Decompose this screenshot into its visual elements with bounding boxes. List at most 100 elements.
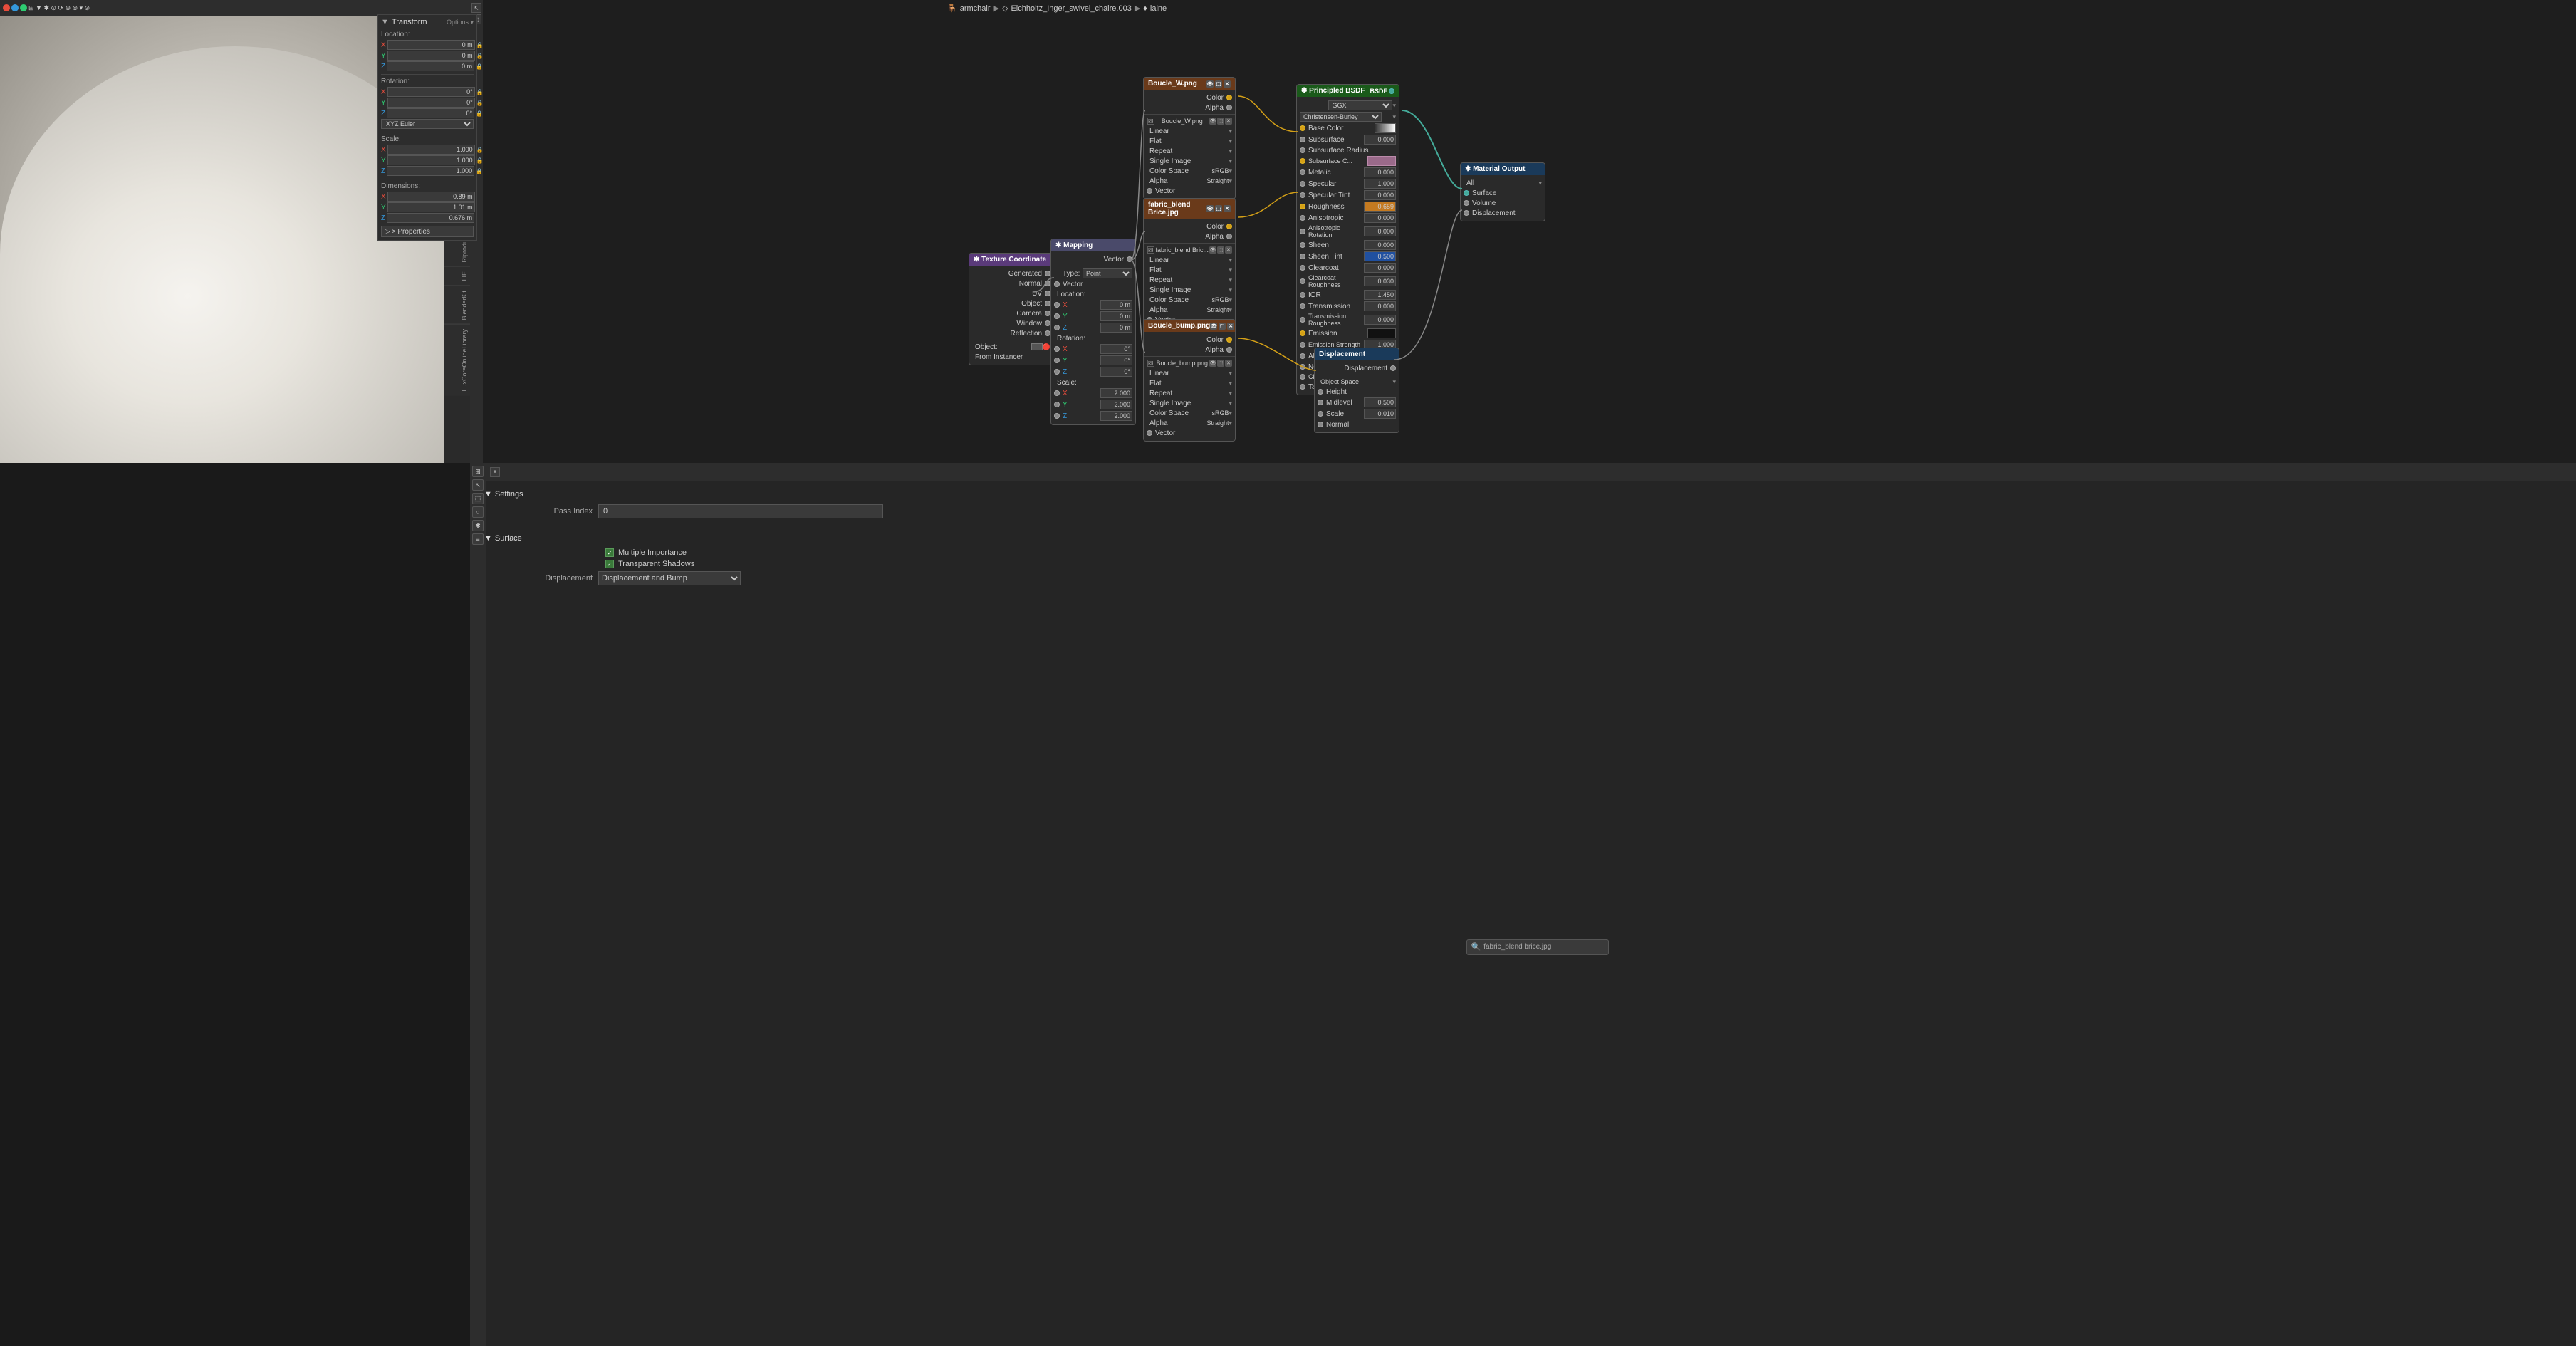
- bump-colorspace-val[interactable]: sRGB: [1211, 409, 1229, 417]
- mat-surface-sock[interactable]: [1464, 190, 1469, 196]
- boucle-w-node[interactable]: Boucle_W.png 👁 ⬚ ✕ Color Alpha 🖼 Boucle_…: [1143, 77, 1236, 199]
- tc-reflection-socket[interactable]: [1045, 330, 1050, 336]
- boucle-bump-btn2[interactable]: ⬚: [1219, 323, 1226, 330]
- scale-y-lock[interactable]: 🔒: [476, 157, 484, 164]
- boucle-w-img-btn1[interactable]: 👁: [1209, 118, 1216, 125]
- vtab-lie[interactable]: LIE: [444, 266, 470, 286]
- bump-color-socket[interactable]: [1226, 337, 1232, 343]
- bump-alpha-socket[interactable]: [1226, 347, 1232, 353]
- vtab-luxcore[interactable]: LuxCoreOnlineLibrary: [444, 324, 470, 396]
- dim-x-input[interactable]: [387, 192, 475, 202]
- mapping-scale-x-input[interactable]: [1100, 388, 1132, 398]
- mapping-vector-out-socket[interactable]: [1127, 256, 1132, 262]
- location-y-input[interactable]: [387, 51, 475, 61]
- principled-subsurface-input[interactable]: [1364, 135, 1396, 145]
- boucle-w-img-btn2[interactable]: ⬚: [1217, 118, 1224, 125]
- properties-button[interactable]: ▷ > Properties: [381, 226, 474, 237]
- search-bar[interactable]: 🔍 fabric_blend brice.jpg: [1466, 939, 1609, 955]
- texture-coordinate-node[interactable]: ✱ Texture Coordinate Generated Normal UV…: [969, 253, 1054, 365]
- bottom-menu-icon[interactable]: ≡: [490, 467, 500, 477]
- principled-subrad-sock[interactable]: [1300, 147, 1305, 153]
- boucle-w-source-arrow[interactable]: ▾: [1229, 157, 1232, 165]
- principled-clearcoat-input[interactable]: [1364, 263, 1396, 273]
- location-x-input[interactable]: [387, 40, 475, 50]
- pass-index-input[interactable]: [598, 504, 883, 518]
- boucle-w-img-btn3[interactable]: ✕: [1225, 118, 1232, 125]
- principled-subcolor-sock[interactable]: [1300, 158, 1305, 164]
- mapping-loc-y-input[interactable]: [1100, 311, 1132, 321]
- location-z-input[interactable]: [387, 61, 474, 71]
- principled-base-color-sock[interactable]: [1300, 125, 1305, 131]
- boucle-w-alpha-arrow[interactable]: ▾: [1229, 177, 1232, 185]
- disp-out-socket[interactable]: [1390, 365, 1396, 371]
- mapping-loc-x-sock[interactable]: [1054, 302, 1060, 308]
- principled-method-select[interactable]: Christensen-Burley: [1300, 112, 1382, 122]
- principled-subcolor-swatch[interactable]: [1367, 156, 1396, 166]
- fabric-img-btn3[interactable]: ✕: [1225, 246, 1232, 254]
- mat-volume-sock[interactable]: [1464, 200, 1469, 206]
- mapping-rot-z-sock[interactable]: [1054, 369, 1060, 375]
- breadcrumb-mesh[interactable]: Eichholtz_Inger_swivel_chaire.003: [1011, 4, 1131, 13]
- principled-dist-select[interactable]: GGX: [1328, 100, 1392, 110]
- boucle-bump-btn3[interactable]: ✕: [1227, 323, 1234, 330]
- breadcrumb-armchair[interactable]: armchair: [960, 4, 991, 13]
- boucle-w-btn3[interactable]: ✕: [1224, 80, 1231, 88]
- mapping-scale-y-input[interactable]: [1100, 400, 1132, 409]
- rotation-mode-select[interactable]: XYZ Euler: [381, 119, 474, 129]
- fabric-blend-btn2[interactable]: ⬚: [1215, 205, 1222, 212]
- principled-metalic-input[interactable]: [1364, 167, 1396, 177]
- rotation-x-input[interactable]: [387, 87, 475, 97]
- rotation-y-input[interactable]: [387, 98, 475, 108]
- boucle-bump-node[interactable]: Boucle_bump.png 👁 ⬚ ✕ Color Alpha 🖼 Bouc…: [1143, 319, 1236, 442]
- principled-subsurface-sock[interactable]: [1300, 137, 1305, 142]
- bl-icon-4[interactable]: ○: [472, 506, 484, 518]
- tc-normal-socket[interactable]: [1045, 281, 1050, 286]
- boucle-w-alpha-socket[interactable]: [1226, 105, 1232, 110]
- boucle-w-filename[interactable]: Boucle_W.png: [1162, 118, 1203, 125]
- principled-anisorot-input[interactable]: [1364, 226, 1396, 236]
- mapping-scale-z-sock[interactable]: [1054, 413, 1060, 419]
- mapping-rot-y-sock[interactable]: [1054, 358, 1060, 363]
- principled-emission-sock[interactable]: [1300, 330, 1305, 336]
- vtab-blenderkit[interactable]: BlenderKit: [444, 286, 470, 325]
- mapping-loc-x-input[interactable]: [1100, 300, 1132, 310]
- principled-normal-sock[interactable]: [1300, 364, 1305, 370]
- location-z-lock[interactable]: 🔒: [476, 63, 483, 70]
- bl-icon-1[interactable]: ⊞: [472, 466, 484, 477]
- mapping-loc-z-input[interactable]: [1100, 323, 1132, 333]
- boucle-bump-btn1[interactable]: 👁: [1210, 323, 1217, 330]
- principled-transrough-input[interactable]: [1364, 315, 1396, 325]
- displacement-node[interactable]: Displacement Displacement Object Space ▾…: [1314, 348, 1399, 433]
- principled-specular-sock[interactable]: [1300, 181, 1305, 187]
- rotation-z-lock[interactable]: 🔒: [476, 110, 483, 117]
- displacement-select[interactable]: Displacement and Bump: [598, 571, 741, 585]
- bump-img-btn2[interactable]: ⬚: [1217, 360, 1224, 367]
- principled-sheen-input[interactable]: [1364, 240, 1396, 250]
- disp-scale-sock[interactable]: [1318, 411, 1323, 417]
- rotation-z-input[interactable]: [387, 108, 474, 118]
- tc-object-socket[interactable]: [1045, 301, 1050, 306]
- principled-emission-swatch[interactable]: [1367, 328, 1396, 338]
- scale-x-lock[interactable]: 🔒: [476, 147, 484, 153]
- boucle-w-repeat-arrow[interactable]: ▾: [1229, 147, 1232, 155]
- bump-img-btn1[interactable]: 👁: [1209, 360, 1216, 367]
- bump-filename[interactable]: Boucle_bump.png: [1156, 360, 1208, 367]
- principled-metalic-sock[interactable]: [1300, 169, 1305, 175]
- fabric-img-btn1[interactable]: 👁: [1209, 246, 1216, 254]
- tc-object-selector[interactable]: [1031, 343, 1043, 350]
- principled-emissionstr-sock[interactable]: [1300, 342, 1305, 348]
- principled-ior-input[interactable]: [1364, 290, 1396, 300]
- principled-clearcoatrough-input[interactable]: [1364, 276, 1396, 286]
- mapping-type-select[interactable]: Point: [1083, 268, 1132, 278]
- bump-alpha-val[interactable]: Straight: [1206, 419, 1229, 427]
- principled-sheentint-sock[interactable]: [1300, 254, 1305, 259]
- boucle-w-colorspace-arrow[interactable]: ▾: [1229, 167, 1232, 175]
- mapping-node[interactable]: ✱ Mapping Vector Type: Point Vector Loca…: [1050, 239, 1136, 425]
- breadcrumb-material[interactable]: laine: [1150, 4, 1167, 13]
- principled-transmission-input[interactable]: [1364, 301, 1396, 311]
- location-y-lock[interactable]: 🔒: [476, 53, 484, 59]
- fabric-color-socket[interactable]: [1226, 224, 1232, 229]
- bl-icon-3[interactable]: ⬚: [472, 493, 484, 504]
- principled-spectint-sock[interactable]: [1300, 192, 1305, 198]
- boucle-w-btn2[interactable]: ⬚: [1215, 80, 1222, 88]
